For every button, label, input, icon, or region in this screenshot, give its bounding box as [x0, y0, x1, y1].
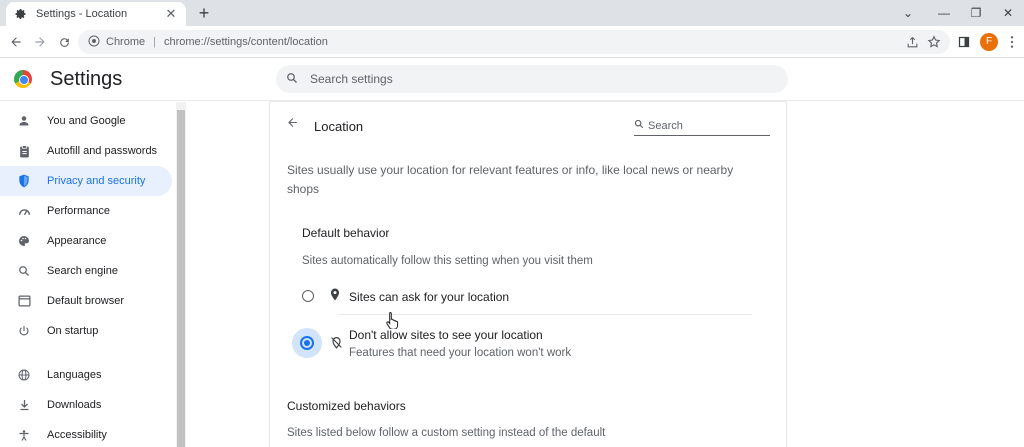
sidebar-item-privacy[interactable]: Privacy and security: [0, 166, 172, 196]
shield-icon: [16, 173, 32, 189]
close-tab-icon[interactable]: ✕: [164, 6, 178, 22]
browser-icon: [16, 293, 32, 309]
tab-search-icon[interactable]: ⌄: [896, 3, 920, 23]
search-icon: [16, 263, 32, 279]
search-placeholder: Search: [648, 119, 683, 132]
intro-text: Sites usually use your location for rele…: [287, 163, 734, 196]
power-icon: [16, 323, 32, 339]
person-icon: [16, 113, 32, 129]
gear-icon: [14, 7, 28, 21]
sidebar-item-you-and-google[interactable]: You and Google: [0, 106, 172, 136]
sidebar-item-label: Performance: [47, 205, 110, 217]
default-behavior-heading: Default behavior: [302, 226, 390, 240]
sidebar-item-label: Search engine: [47, 265, 118, 277]
url-text: chrome://settings/content/location: [163, 36, 328, 48]
sidebar-item-label: Default browser: [47, 295, 125, 307]
default-behavior-subheading: Sites automatically follow this setting …: [302, 255, 593, 267]
section-title: Location: [314, 119, 364, 134]
chrome-site-icon: [88, 35, 100, 50]
profile-avatar[interactable]: F: [980, 33, 998, 51]
sidebar-item-label: Privacy and security: [47, 175, 146, 187]
page-title: Settings: [50, 68, 123, 90]
sidebar-item-downloads[interactable]: Downloads: [0, 390, 172, 420]
customized-behaviors-subheading: Sites listed below follow a custom setti…: [287, 427, 606, 439]
sidebar-item-label: Languages: [47, 369, 102, 381]
sidebar-item-label: Appearance: [47, 235, 107, 247]
more-menu-icon[interactable]: [1002, 32, 1022, 52]
settings-sidebar: You and Google Autofill and passwords Pr…: [0, 102, 176, 447]
sidebar-item-default-browser[interactable]: Default browser: [0, 286, 172, 316]
sidebar-item-search-engine[interactable]: Search engine: [0, 256, 172, 286]
sidebar-item-label: Downloads: [47, 399, 102, 411]
new-tab-button[interactable]: +: [194, 3, 214, 23]
sidebar-item-label: You and Google: [47, 115, 126, 127]
sidebar-item-label: Autofill and passwords: [47, 145, 158, 157]
side-panel-icon[interactable]: [954, 32, 974, 52]
speedometer-icon: [16, 203, 32, 219]
option-sublabel: Features that need your location won't w…: [349, 347, 572, 359]
back-arrow-icon[interactable]: [6, 32, 26, 52]
back-arrow-icon[interactable]: [286, 116, 299, 133]
palette-icon: [16, 233, 32, 249]
download-icon: [16, 397, 32, 413]
tab-title: Settings - Location: [36, 8, 128, 20]
share-icon[interactable]: [902, 32, 922, 52]
settings-header: Settings Search settings: [0, 59, 1024, 101]
accessibility-icon: [16, 427, 32, 443]
hand-cursor-icon: [386, 311, 400, 330]
search-placeholder: Search settings: [310, 72, 393, 86]
location-off-icon: [330, 336, 343, 352]
address-bar[interactable]: Chrome | chrome://settings/content/locat…: [78, 30, 950, 54]
chrome-logo-icon: [14, 70, 32, 88]
search-icon: [634, 119, 644, 132]
page-scrollbar[interactable]: [1013, 102, 1024, 447]
origin-label: Chrome: [106, 36, 146, 48]
sidebar-item-accessibility[interactable]: Accessibility: [0, 420, 172, 447]
globe-icon: [16, 367, 32, 383]
option-label[interactable]: Don't allow sites to see your location: [349, 328, 543, 342]
sidebar-item-languages[interactable]: Languages: [0, 360, 172, 390]
origin-separator: |: [153, 36, 156, 48]
radio-dont-allow-dot: [300, 336, 314, 350]
sidebar-item-appearance[interactable]: Appearance: [0, 226, 172, 256]
option-label[interactable]: Sites can ask for your location: [349, 290, 509, 304]
close-window-button[interactable]: ✕: [996, 3, 1020, 23]
reload-icon[interactable]: [54, 32, 74, 52]
bookmark-star-icon[interactable]: [924, 32, 944, 52]
radio-dont-allow[interactable]: [292, 328, 322, 358]
sidebar-scrollbar[interactable]: [176, 102, 186, 447]
restore-button[interactable]: ❐: [964, 3, 988, 23]
minimize-button[interactable]: —: [932, 3, 956, 23]
option-divider: [338, 314, 752, 315]
forward-arrow-icon[interactable]: [30, 32, 50, 52]
customized-behaviors-heading: Customized behaviors: [287, 399, 406, 413]
radio-sites-can-ask[interactable]: [302, 290, 314, 302]
sidebar-item-performance[interactable]: Performance: [0, 196, 172, 226]
tab-strip: Settings - Location ✕ + ⌄ — ❐ ✕: [0, 0, 1024, 26]
sidebar-item-label: On startup: [47, 325, 99, 337]
sidebar-item-autofill[interactable]: Autofill and passwords: [0, 136, 172, 166]
sidebar-item-label: Accessibility: [47, 429, 107, 441]
search-icon: [286, 72, 298, 87]
search-settings-input[interactable]: Search settings: [276, 65, 788, 93]
tab-settings[interactable]: Settings - Location ✕: [6, 2, 186, 26]
location-settings-card: Location Search Sites usually use your l…: [270, 102, 786, 447]
clipboard-icon: [16, 143, 32, 159]
browser-toolbar: Chrome | chrome://settings/content/locat…: [0, 26, 1024, 58]
location-pin-icon: [330, 288, 340, 304]
sidebar-scrollbar-thumb[interactable]: [177, 110, 185, 447]
sidebar-item-on-startup[interactable]: On startup: [0, 316, 172, 346]
location-search-input[interactable]: Search: [634, 116, 770, 136]
